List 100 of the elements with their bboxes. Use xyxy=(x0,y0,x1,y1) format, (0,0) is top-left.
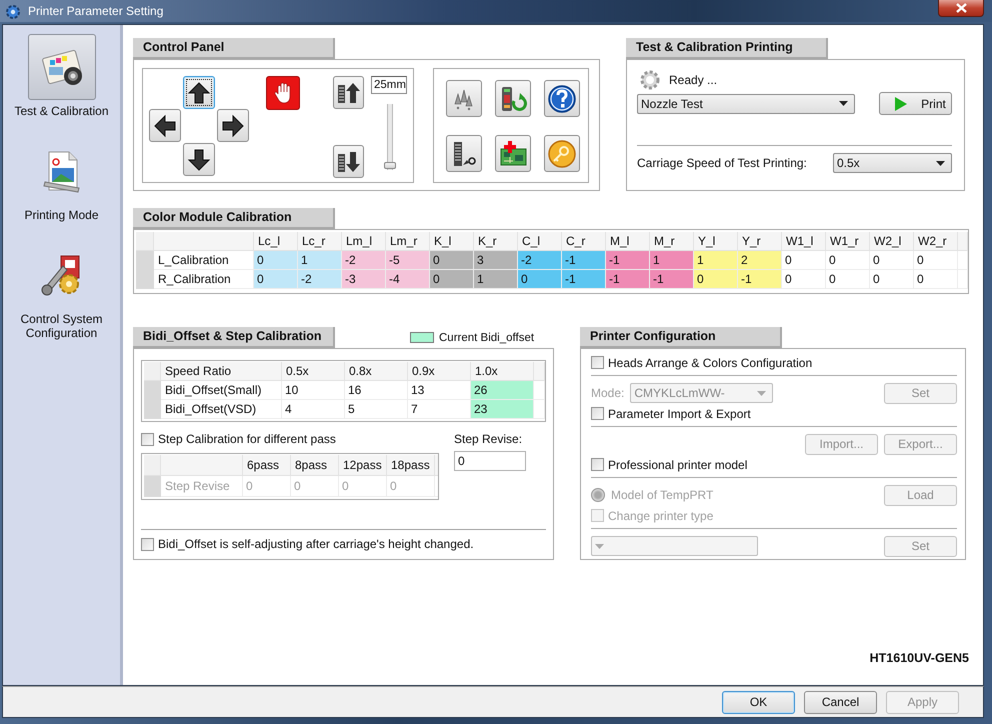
move-right-button[interactable] xyxy=(217,109,249,142)
help-icon xyxy=(547,84,577,114)
board-button[interactable] xyxy=(495,135,531,172)
help-button[interactable] xyxy=(544,80,580,117)
table-corner xyxy=(136,232,154,251)
pattern-dropdown[interactable]: Nozzle Test xyxy=(637,94,855,114)
table-cell xyxy=(534,381,545,400)
column-header: Lm_l xyxy=(342,232,386,251)
table-cell[interactable]: 0 xyxy=(914,270,958,289)
table-cell[interactable]: 1 xyxy=(298,251,342,270)
license-button[interactable] xyxy=(544,135,580,172)
nozzle-button[interactable] xyxy=(446,80,482,117)
checkbox[interactable] xyxy=(141,538,154,550)
arrow-right-icon xyxy=(221,114,245,138)
checkbox[interactable] xyxy=(591,458,604,472)
column-header: M_l xyxy=(606,232,650,251)
checkbox-label: Parameter Import & Export xyxy=(608,406,751,421)
carriage-down-icon xyxy=(336,150,362,174)
dialog-button[interactable]: OK xyxy=(722,690,795,714)
table-cell[interactable]: 0 xyxy=(914,251,958,270)
table-cell xyxy=(534,400,545,419)
table-cell[interactable]: -1 xyxy=(606,251,650,270)
table-cell[interactable]: -4 xyxy=(386,270,430,289)
speed-dropdown[interactable]: 0.5x xyxy=(833,153,952,173)
lower-carriage-button[interactable] xyxy=(333,145,364,178)
raise-carriage-button[interactable] xyxy=(333,76,364,109)
table-cell[interactable]: 0 xyxy=(870,270,914,289)
column-header: C_r xyxy=(562,232,606,251)
table-cell[interactable]: 1 xyxy=(694,251,738,270)
circuit-board-icon xyxy=(498,138,528,168)
table-cell[interactable]: 23 xyxy=(471,400,534,419)
key-icon xyxy=(547,138,577,168)
table-cell[interactable]: -5 xyxy=(386,251,430,270)
table-cell[interactable]: 0 xyxy=(430,251,474,270)
step-field[interactable]: 25mm xyxy=(371,76,407,94)
column-header: M_r xyxy=(650,232,694,251)
table-cell[interactable]: 2 xyxy=(738,251,782,270)
table-cell[interactable]: 0 xyxy=(518,270,562,289)
table-cell[interactable]: -1 xyxy=(562,270,606,289)
table-cell[interactable]: 0 xyxy=(694,270,738,289)
table-cell[interactable]: 0 xyxy=(782,270,826,289)
row-header xyxy=(144,400,161,419)
table-cell[interactable]: 1 xyxy=(650,251,694,270)
table-cell[interactable]: 0 xyxy=(254,270,298,289)
sidebar-item[interactable]: Printing Mode xyxy=(4,138,120,236)
close-button[interactable] xyxy=(938,0,984,16)
table-cell[interactable]: 26 xyxy=(471,381,534,400)
row-header xyxy=(144,381,161,400)
column-header: W2_r xyxy=(914,232,958,251)
table-cell[interactable]: -2 xyxy=(342,251,386,270)
column-header: 1.0x xyxy=(471,362,534,381)
checkbox-label: Step Calibration for different pass xyxy=(158,432,336,446)
radio-label: Model of TempPRT xyxy=(611,488,714,502)
table-cell[interactable]: -1 xyxy=(738,270,782,289)
stop-button[interactable] xyxy=(266,76,300,110)
table-cell[interactable]: -2 xyxy=(518,251,562,270)
column-header: K_r xyxy=(474,232,518,251)
table-cell[interactable]: -1 xyxy=(650,270,694,289)
table-cell[interactable]: 0 xyxy=(826,251,870,270)
column-header: Y_r xyxy=(738,232,782,251)
panel-title: Test & Calibration Printing xyxy=(626,38,828,59)
sidebar-item[interactable]: Test & Calibration xyxy=(4,34,120,132)
column-header: 18pass xyxy=(387,455,435,476)
table-cell[interactable]: -1 xyxy=(606,270,650,289)
table-cell[interactable]: 1 xyxy=(474,270,518,289)
slider-thumb[interactable] xyxy=(384,162,396,169)
table-cell[interactable]: 0 xyxy=(430,270,474,289)
table-cell[interactable]: -2 xyxy=(298,270,342,289)
table-cell[interactable]: 4 xyxy=(282,400,345,419)
checkbox-label: Professional printer model xyxy=(608,458,748,472)
table-cell[interactable]: -1 xyxy=(562,251,606,270)
column-header: W2_l xyxy=(870,232,914,251)
table-cell[interactable]: -3 xyxy=(342,270,386,289)
origin-button[interactable] xyxy=(446,135,482,172)
column-header: 0.9x xyxy=(408,362,471,381)
dialog-button[interactable]: Cancel xyxy=(804,690,877,714)
reset-device-button[interactable] xyxy=(495,80,531,117)
row-header xyxy=(136,251,154,270)
column-header: Speed Ratio xyxy=(161,362,282,381)
move-down-button[interactable] xyxy=(183,143,215,176)
checkbox[interactable] xyxy=(591,356,604,370)
move-left-button[interactable] xyxy=(149,109,181,142)
move-up-button[interactable] xyxy=(183,76,215,109)
table-cell[interactable]: 0 xyxy=(782,251,826,270)
sidebar-item[interactable]: Control System Configuration xyxy=(4,242,120,340)
window-title: Printer Parameter Setting xyxy=(28,4,164,18)
table-cell[interactable]: 0 xyxy=(254,251,298,270)
table-cell[interactable]: 10 xyxy=(282,381,345,400)
checkbox[interactable] xyxy=(591,407,604,420)
row-label: Step Revise xyxy=(161,476,243,497)
column-header: C_l xyxy=(518,232,562,251)
row-label: Bidi_Offset(Small) xyxy=(161,381,282,400)
panel-title: Bidi_Offset & Step Calibration xyxy=(133,327,335,348)
table-cell[interactable]: 0 xyxy=(870,251,914,270)
legend-label: Current Bidi_offset xyxy=(439,332,534,344)
table-cell[interactable]: 3 xyxy=(474,251,518,270)
table-cell[interactable]: 0 xyxy=(826,270,870,289)
table-cell[interactable]: 16 xyxy=(345,381,408,400)
table-cell[interactable]: 5 xyxy=(345,400,408,419)
print-button[interactable]: Print xyxy=(879,92,952,115)
